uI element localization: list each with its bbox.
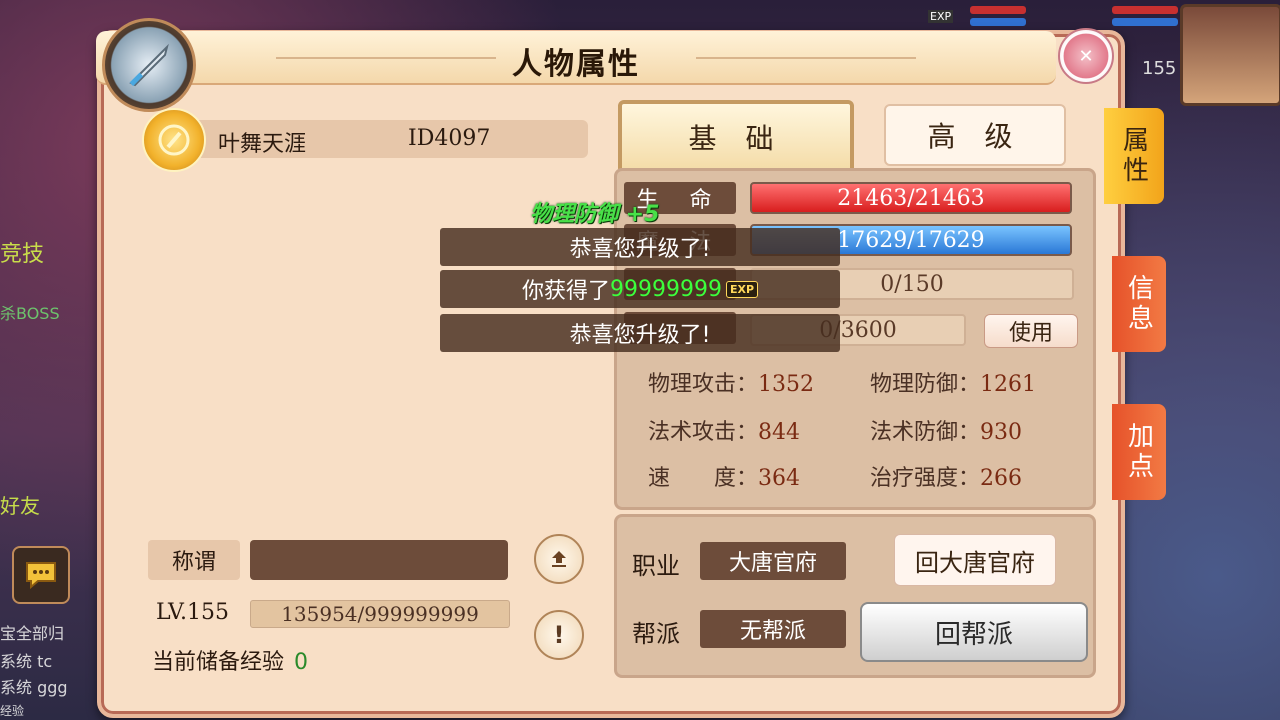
- close-button[interactable]: ✕: [1058, 28, 1114, 84]
- chat-icon[interactable]: [12, 546, 70, 604]
- sword-icon: [102, 18, 196, 112]
- rank-icon: [142, 108, 206, 172]
- title-bar: 人物属性: [96, 31, 1056, 85]
- return-sect-button[interactable]: 回大唐官府: [894, 534, 1056, 586]
- hp-bar: 21463/21463: [750, 182, 1072, 214]
- gang-value: 无帮派: [700, 610, 846, 648]
- bg-text: 宝全部归: [0, 624, 65, 643]
- exp-toast: 你获得了 99999999 EXP: [440, 270, 840, 308]
- avatar[interactable]: [1180, 4, 1280, 106]
- bg-text: 系统 ggg: [0, 678, 68, 697]
- upload-icon[interactable]: [534, 534, 584, 584]
- reserve-exp: 当前储备经验 0: [152, 650, 309, 675]
- close-icon: ✕: [1078, 45, 1094, 67]
- tab-basic[interactable]: 基 础: [618, 100, 854, 174]
- bg-text: 经验: [0, 704, 25, 718]
- hud-mp-bar-2: [1112, 18, 1178, 26]
- side-tab-info[interactable]: 信息: [1112, 256, 1166, 352]
- tab-advanced[interactable]: 高 级: [884, 104, 1066, 166]
- attr-magic-atk: 法术攻击：844: [648, 420, 801, 445]
- attr-speed: 速 度：364: [648, 466, 801, 491]
- info-icon[interactable]: !: [534, 610, 584, 660]
- hud-hp-bar: [970, 6, 1026, 14]
- hud-hp-bar-2: [1112, 6, 1178, 14]
- title-label: 称谓: [148, 540, 240, 580]
- bg-text: 竞技: [0, 242, 45, 267]
- tab-advanced-label: 高 级: [927, 120, 1023, 153]
- attr-heal: 治疗强度：266: [870, 466, 1023, 491]
- tab-basic-label: 基 础: [688, 122, 784, 155]
- attr-phys-atk: 物理攻击：1352: [648, 372, 815, 397]
- name-bar: 叶舞天涯 ID4097: [190, 120, 588, 158]
- use-button[interactable]: 使用: [984, 314, 1078, 348]
- return-gang-button[interactable]: 回帮派: [860, 602, 1088, 662]
- side-tab-attributes[interactable]: 属性: [1104, 108, 1164, 204]
- side-tab-points[interactable]: 加点: [1112, 404, 1166, 500]
- bg-text: 杀BOSS: [0, 304, 60, 323]
- attr-magic-def: 法术防御：930: [870, 420, 1023, 445]
- exp-icon: EXP: [725, 280, 759, 298]
- level-text: LV.155: [156, 600, 230, 625]
- hud-mp-bar: [970, 18, 1026, 26]
- hud-level: 155: [1142, 58, 1177, 79]
- levelup-toast: 恭喜您升级了!: [440, 228, 840, 266]
- page-title: 人物属性: [512, 47, 640, 82]
- attr-phys-def: 物理防御：1261: [870, 372, 1037, 397]
- stat-float-text: 物理防御 +5: [530, 202, 660, 227]
- exp-bar: 135954/999999999: [250, 600, 510, 628]
- hud-exp-tag: EXP: [928, 10, 954, 23]
- bg-text: 系统 tc: [0, 652, 53, 671]
- player-id: ID4097: [408, 126, 491, 151]
- title-field[interactable]: [250, 540, 508, 580]
- levelup-toast: 恭喜您升级了!: [440, 314, 840, 352]
- bg-text: 好友: [0, 494, 40, 518]
- gang-label: 帮派: [632, 620, 680, 648]
- job-value: 大唐官府: [700, 542, 846, 580]
- job-label: 职业: [632, 552, 680, 580]
- player-name: 叶舞天涯: [218, 132, 307, 157]
